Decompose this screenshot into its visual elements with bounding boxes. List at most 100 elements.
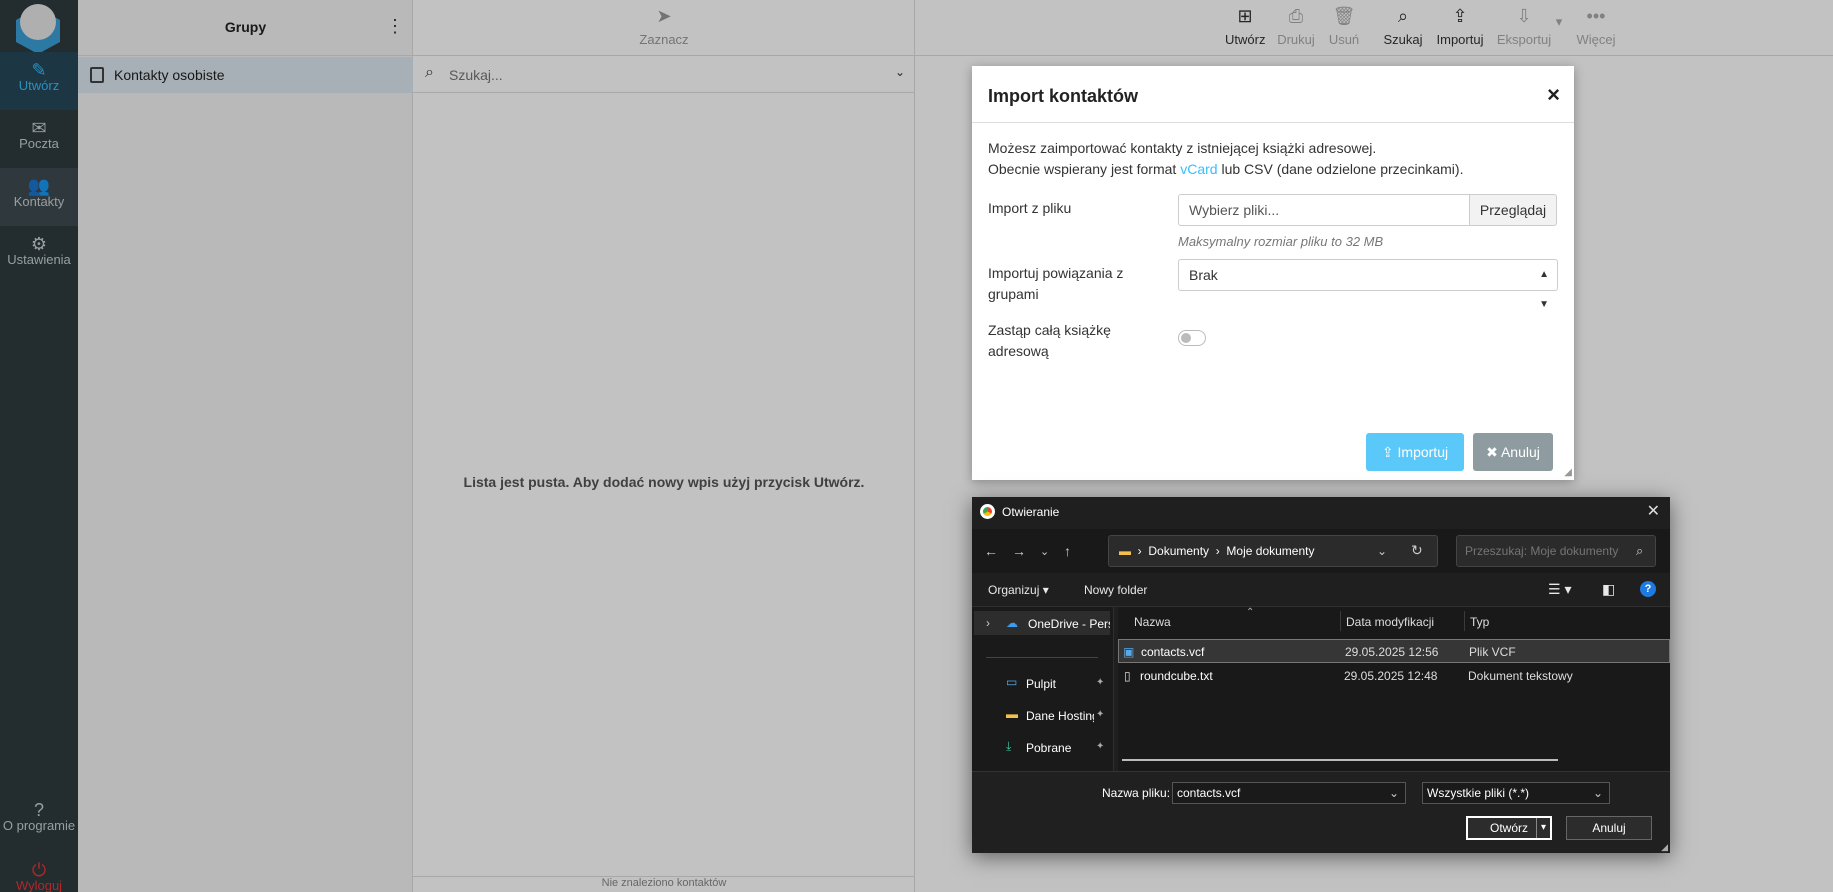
toggle-knob [1181,333,1191,343]
intro-line-2-suffix: lub CSV (dane odzielone przecinkami). [1217,161,1464,177]
expand-chevron-icon[interactable]: › [986,616,990,630]
new-folder-button[interactable]: Nowy folder [1084,583,1147,597]
file-command-bar: Organizuj ▾ Nowy folder ☰ ▾ ◧ ? [972,573,1670,607]
file-name: roundcube.txt [1140,669,1213,683]
close-icon[interactable]: × [1547,82,1560,108]
view-options-icon[interactable]: ☰ ▾ [1548,581,1571,598]
intro-line-2-prefix: Obecnie wspierany jest format [988,161,1181,177]
import-cancel-button[interactable]: ✖ Anuluj [1473,433,1553,471]
pin-icon[interactable]: ✦ [1096,741,1104,752]
help-icon[interactable]: ? [1640,581,1656,597]
pin-icon[interactable]: ✦ [1096,677,1104,688]
file-cancel-button[interactable]: Anuluj [1566,816,1652,840]
filename-value: contacts.vcf [1177,786,1241,800]
sidebar-item-dane-hosting[interactable]: ▬ Dane Hosting ✦ [972,703,1114,727]
import-cancel-label: Anuluj [1500,444,1540,460]
column-name[interactable]: Nazwa [1134,615,1171,629]
groups-select[interactable]: Brak ▲ ▼ [1178,259,1558,310]
path-bar[interactable]: ▬ › Dokumenty › Moje dokumenty ⌄ ↻ [1108,535,1438,567]
pin-icon[interactable]: ✦ [1096,709,1104,720]
cloud-icon: ☁ [1006,616,1018,630]
file-sidebar: › ☁ OneDrive - Perso ▭ Pulpit ✦ ▬ Dane H… [972,607,1114,771]
file-row[interactable]: ▣ contacts.vcf 29.05.2025 12:56 Plik VCF [1118,639,1670,663]
replace-label-line-1: Zastąp całą książkę [988,322,1111,338]
file-dialog-footer: Nazwa pliku: contacts.vcf ⌄ Wszystkie pl… [972,771,1670,853]
forward-arrow-icon[interactable]: → [1012,543,1026,559]
file-input[interactable]: Wybierz pliki... [1178,194,1470,226]
path-crumbs: ▬ › Dokumenty › Moje dokumenty [1119,544,1315,558]
sidebar-divider [986,657,1098,658]
file-name: contacts.vcf [1141,645,1205,659]
chevron-down-icon[interactable]: ⌄ [1593,783,1603,803]
resize-grip-icon[interactable]: ◢ [1661,842,1668,853]
vcf-file-icon: ▣ [1123,645,1135,659]
dialog-divider [972,122,1574,123]
replace-label-line-2: adresową [988,343,1049,359]
import-dialog: Import kontaktów × Możesz zaimportować k… [972,66,1574,480]
chrome-icon [980,504,995,519]
file-date: 29.05.2025 12:48 [1344,669,1438,683]
file-list: Nazwa ⌃ Data modyfikacji Typ ▣ contacts.… [1118,607,1670,771]
close-icon[interactable]: ✕ [1647,501,1660,521]
organize-button[interactable]: Organizuj ▾ [988,583,1049,597]
import-submit-button[interactable]: ⇪ Importuj [1366,433,1464,471]
browse-button[interactable]: Przeglądaj [1469,194,1557,226]
back-arrow-icon[interactable]: ← [984,543,998,559]
replace-toggle[interactable] [1178,330,1206,346]
vcard-link[interactable]: vCard [1180,161,1217,177]
file-row[interactable]: ▯ roundcube.txt 29.05.2025 12:48 Dokumen… [1118,664,1670,688]
groups-select-value: Brak [1189,267,1218,283]
sort-caret-icon: ⌃ [1246,607,1255,618]
sidebar-item-downloads-label: Pobrane [1026,741,1072,755]
refresh-icon[interactable]: ↻ [1411,542,1423,559]
recent-chevron-icon[interactable]: ⌄ [1040,545,1049,558]
file-search-input[interactable] [1456,535,1656,567]
sidebar-item-dane-hosting-label: Dane Hosting [1026,709,1094,723]
replace-label: Zastąp całą książkę adresową [988,320,1158,362]
filename-input[interactable]: contacts.vcf ⌄ [1172,782,1406,804]
upload-icon: ⇪ [1381,444,1398,460]
column-date[interactable]: Data modyfikacji [1346,615,1434,629]
file-label: Import z pliku [988,200,1072,216]
dialog-title: Import kontaktów [988,86,1139,106]
open-button-label: Otwórz [1489,821,1528,835]
column-divider [1464,611,1465,631]
import-submit-label: Importuj [1397,444,1449,460]
sidebar-item-desktop-label: Pulpit [1026,677,1057,691]
sidebar-item-downloads[interactable]: ⤓ Pobrane ✦ [972,735,1114,759]
file-type: Plik VCF [1469,645,1516,659]
file-date: 29.05.2025 12:56 [1345,645,1439,659]
horizontal-scrollbar[interactable] [1122,759,1558,761]
resize-grip-icon[interactable]: ◢ [1564,467,1572,478]
groups-label-line-2: grupami [988,286,1039,302]
folder-icon: ▬ [1119,544,1131,558]
preview-pane-icon[interactable]: ◧ [1602,581,1615,598]
groups-label-line-1: Importuj powiązania z [988,265,1124,281]
path-crumb-2[interactable]: Moje dokumenty [1226,544,1314,558]
select-arrows-icon: ▲ ▼ [1539,269,1549,310]
sidebar-item-onedrive[interactable]: › ☁ OneDrive - Perso [974,611,1110,635]
folder-icon: ▬ [1006,707,1018,721]
desktop-icon: ▭ [1006,675,1018,689]
x-icon: ✖ [1486,444,1501,460]
search-icon: ⌕ [1636,543,1644,558]
sidebar-item-desktop[interactable]: ▭ Pulpit ✦ [972,671,1114,695]
text-file-icon: ▯ [1124,669,1131,683]
intro-line-1: Możesz zaimportować kontakty z istniejąc… [988,140,1377,156]
chevron-down-icon[interactable]: ⌄ [1389,783,1399,803]
filetype-select[interactable]: Wszystkie pliki (*.*) ⌄ [1422,782,1610,804]
intro-line-2: Obecnie wspierany jest format vCard lub … [988,161,1463,177]
file-open-dialog: Otwieranie ✕ ← → ⌄ ↑ ▬ › Dokumenty › Moj… [972,497,1670,853]
groups-label: Importuj powiązania z grupami [988,263,1158,305]
path-dropdown-icon[interactable]: ⌄ [1377,544,1387,558]
path-crumb-1[interactable]: Dokumenty [1148,544,1209,558]
size-hint: Maksymalny rozmiar pliku to 32 MB [1178,234,1384,249]
column-divider [1340,611,1341,631]
file-dialog-title: Otwieranie [1002,505,1060,519]
up-arrow-icon[interactable]: ↑ [1064,543,1071,559]
sidebar-item-onedrive-label: OneDrive - Perso [1028,617,1110,631]
file-type: Dokument tekstowy [1468,669,1573,683]
column-type[interactable]: Typ [1470,615,1489,629]
open-dropdown-icon[interactable]: ▾ [1536,818,1550,838]
open-button[interactable]: Otwórz ▾ [1466,816,1552,840]
